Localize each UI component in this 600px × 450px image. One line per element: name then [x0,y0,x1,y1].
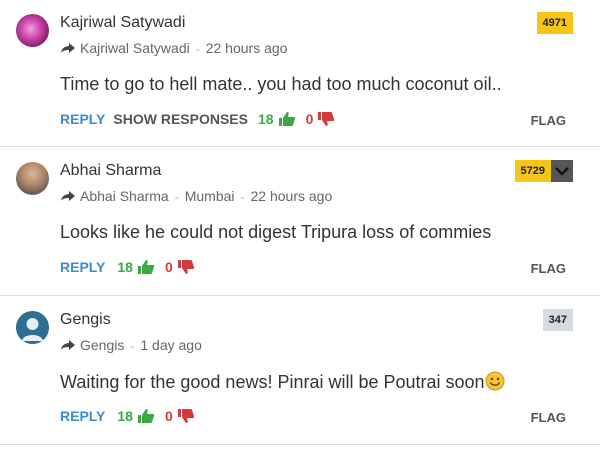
comment-item: Abhai Sharma Abhai Sharma - Mumbai -22 hour… [0,148,600,296]
comment-item: Kajriwal Satywadi Kajriwal Satywadi -22 h… [0,0,600,147]
thumbs-up-icon[interactable] [278,111,296,127]
upvote-count: 18 [117,259,133,275]
comment-text: Looks like he could not digest Tripura l… [60,222,492,242]
comment-author[interactable]: Kajriwal Satywadi [60,14,185,32]
comment-author[interactable]: Gengis [60,311,111,329]
comment-actions: REPLY SHOW RESPONSES 18 0 [60,111,335,127]
reply-to-name[interactable]: Gengis [80,337,124,353]
thumbs-up-icon[interactable] [137,259,155,275]
reply-to-name[interactable]: Abhai Sharma [80,188,169,204]
comment-location: Mumbai [184,188,235,204]
comment-actions: REPLY 18 0 [60,259,195,275]
avatar[interactable] [16,162,49,195]
expand-button[interactable] [551,160,573,182]
comment-item: Gengis Gengis -1 day ago 347 Waiting for … [0,297,600,445]
upvote-count: 18 [257,111,274,127]
comment-text-body: Waiting for the good news! Pinrai will b… [60,372,485,392]
comment-actions: REPLY 18 0 [60,408,195,424]
comment-meta: Kajriwal Satywadi -22 hours ago [60,40,287,56]
smiley-emoji-icon [485,371,505,391]
upvote-count: 18 [117,408,133,424]
avatar[interactable] [16,14,49,47]
reply-to-name[interactable]: Kajriwal Satywadi [80,40,190,56]
reply-button[interactable]: REPLY [60,259,105,275]
thumbs-down-icon[interactable] [317,111,335,127]
points-badge: 5729 [514,160,551,182]
meta-separator: - [174,190,179,204]
thumbs-down-icon[interactable] [177,259,195,275]
reply-arrow-icon [61,340,75,350]
comment-time: 1 day ago [140,337,202,353]
comment-author[interactable]: Abhai Sharma [60,162,161,180]
default-user-icon [16,311,49,344]
points-group: 5729 [514,160,573,182]
comment-meta: Gengis -1 day ago [60,337,202,353]
downvote-count: 0 [164,259,173,275]
chevron-down-icon [555,167,569,176]
downvote-count: 0 [305,111,314,127]
comment-text: Time to go to hell mate.. you had too mu… [60,74,502,94]
meta-separator: - [130,339,135,353]
points-badge: 347 [542,309,573,331]
flag-button[interactable]: FLAG [531,113,566,128]
comment-meta: Abhai Sharma - Mumbai -22 hours ago [60,188,332,204]
show-responses-button[interactable]: SHOW RESPONSES [113,111,248,127]
downvote-count: 0 [164,408,173,424]
meta-separator: - [240,190,245,204]
comment-time: 22 hours ago [250,188,333,204]
thumbs-down-icon[interactable] [177,408,195,424]
thumbs-up-icon[interactable] [137,408,155,424]
meta-separator: - [195,42,200,56]
reply-button[interactable]: REPLY [60,408,105,424]
reply-arrow-icon [61,191,75,201]
reply-button[interactable]: REPLY [60,111,105,127]
reply-arrow-icon [61,43,75,53]
points-badge: 4971 [536,12,573,34]
comment-text: Waiting for the good news! Pinrai will b… [60,371,505,393]
avatar[interactable] [16,311,49,344]
flag-button[interactable]: FLAG [531,261,566,276]
comment-time: 22 hours ago [205,40,288,56]
flag-button[interactable]: FLAG [531,410,566,425]
